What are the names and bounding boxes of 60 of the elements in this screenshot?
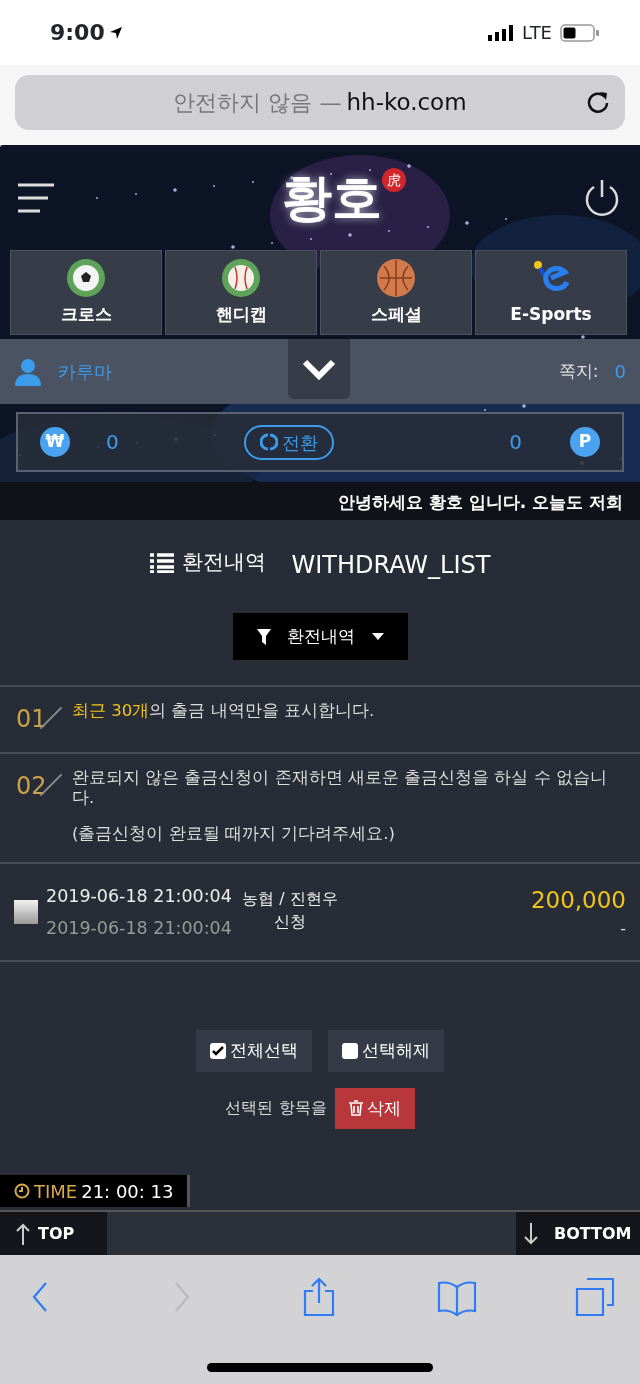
- delete-label: 선택된 항목을: [225, 1097, 327, 1120]
- sport-tab[interactable]: E-Sports: [475, 250, 627, 335]
- sport-tab[interactable]: 스페셜: [320, 250, 472, 335]
- announcement-ticker: 안녕하세요 황호 입니다. 오늘도 저희: [338, 491, 624, 515]
- row-checkbox[interactable]: [14, 900, 38, 924]
- basketball-icon: [376, 257, 416, 298]
- baseball-icon: [221, 257, 261, 298]
- fee: -: [620, 918, 626, 941]
- delete-button[interactable]: 삭제: [334, 1087, 415, 1129]
- scroll-bottom-button[interactable]: BOTTOM: [516, 1212, 640, 1255]
- select-all-button[interactable]: 전체선택: [196, 1030, 312, 1072]
- list-icon: [149, 553, 174, 573]
- reload-icon[interactable]: [585, 89, 611, 115]
- scroll-top-button[interactable]: TOP: [0, 1212, 107, 1255]
- clock-icon: [14, 1183, 30, 1199]
- status-text: 신청: [273, 910, 306, 933]
- note-text: (출금신청이 완료될 때까지 기다려주세요.): [72, 823, 396, 844]
- note-number: 01: [16, 701, 72, 738]
- refresh-icon: [260, 433, 278, 451]
- note-text: 완료되지 않은 출금신청이 존재하면 새로운 출금신청을 하실 수 없습니다.: [72, 768, 608, 808]
- arrow-down-icon: [524, 1222, 538, 1245]
- arrow-up-icon: [16, 1222, 30, 1245]
- soccer-ball-icon: [66, 257, 106, 298]
- processed-date: 2019-06-18 21:00:04: [46, 917, 232, 940]
- time-label: TIME: [34, 1179, 78, 1204]
- chevron-down-icon: [302, 358, 336, 380]
- sport-tab[interactable]: 크로스: [10, 250, 162, 335]
- location-icon: [108, 25, 123, 40]
- network-label: LTE: [522, 21, 552, 45]
- clock-time: 9:00: [50, 19, 105, 47]
- messages-label: 쪽지:: [558, 359, 599, 383]
- sport-tab[interactable]: 핸디캡: [165, 250, 317, 335]
- domain-text: hh-ko.com: [346, 88, 467, 118]
- amount: 200,000: [530, 885, 626, 915]
- points-balance: 0: [509, 429, 522, 456]
- battery-icon: [560, 23, 600, 42]
- logo[interactable]: 황호: [282, 160, 382, 235]
- note-text: 최근 30개의 출금 내역만을 표시합니다.: [72, 701, 375, 721]
- page-title: 환전내역: [181, 549, 266, 576]
- request-date: 2019-06-18 21:00:04: [46, 884, 232, 908]
- page-subtitle: WITHDRAW_LIST: [291, 550, 491, 581]
- time-value: 21: 00: 13: [81, 1179, 174, 1204]
- caret-icon: [371, 632, 384, 641]
- address-bar[interactable]: 안전하지 않음 — hh-ko.com: [15, 75, 625, 130]
- menu-icon[interactable]: [18, 182, 56, 213]
- cash-symbol: ₩: [40, 427, 70, 457]
- cash-balance: 0: [106, 429, 119, 456]
- trash-icon: [348, 1100, 363, 1117]
- convert-button[interactable]: 전환: [244, 424, 334, 460]
- filter-dropdown[interactable]: 환전내역: [232, 613, 408, 660]
- filter-icon: [256, 628, 271, 645]
- expand-button[interactable]: [288, 339, 350, 399]
- deselect-button[interactable]: 선택해제: [328, 1030, 444, 1072]
- user-icon: [14, 357, 42, 386]
- tabs-icon[interactable]: [575, 1277, 615, 1317]
- note-number: 02: [16, 768, 72, 848]
- security-label: 안전하지 않음 —: [173, 89, 342, 117]
- points-symbol: P: [570, 427, 600, 457]
- bank-account: 농협 / 진현우: [241, 890, 339, 908]
- signal-icon: [488, 24, 515, 41]
